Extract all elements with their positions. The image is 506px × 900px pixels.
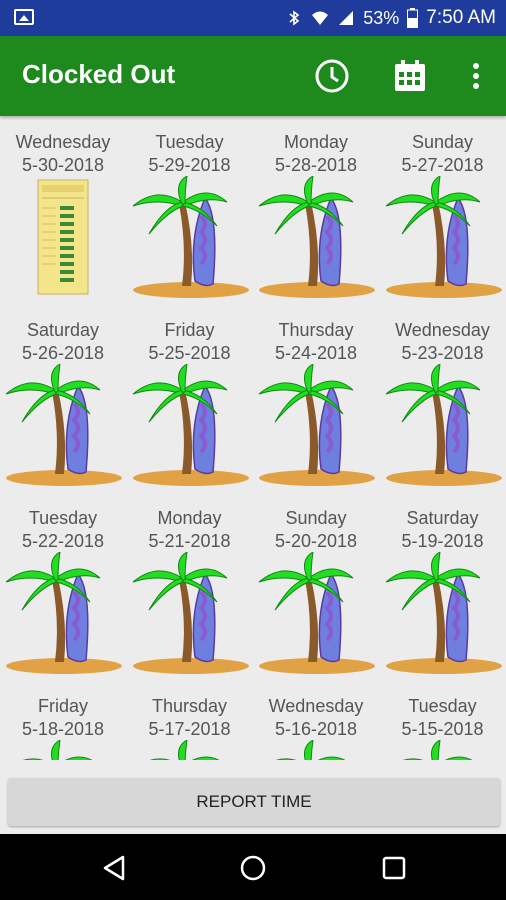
palm-tree-icon [127, 551, 253, 674]
day-name: Saturday [26, 320, 100, 340]
day-name: Thursday [278, 320, 354, 340]
wifi-icon [312, 11, 329, 25]
day-date: 5-25-2018 [148, 343, 231, 363]
day-cell[interactable]: Friday 5-25-2018 [127, 304, 253, 492]
navigation-bar [0, 834, 506, 900]
day-cell[interactable]: Tuesday 5-29-2018 [127, 116, 253, 304]
day-cell[interactable]: Tuesday 5-15-2018 [380, 680, 506, 760]
day-cell[interactable]: Friday 5-18-2018 [0, 680, 126, 760]
palm-tree-icon [253, 175, 379, 298]
time-card-icon [0, 176, 126, 298]
day-name: Friday [164, 320, 215, 340]
overflow-menu-icon [473, 63, 479, 89]
day-cell[interactable]: Monday 5-21-2018 [127, 492, 253, 680]
home-icon [240, 855, 266, 881]
day-cell[interactable]: Saturday 5-26-2018 [0, 304, 126, 492]
history-button[interactable] [312, 56, 352, 96]
day-date: 5-27-2018 [401, 155, 484, 175]
back-button[interactable] [98, 852, 130, 884]
battery-percent: 53% [363, 7, 400, 28]
day-cell[interactable]: Saturday 5-19-2018 [380, 492, 506, 680]
day-cell[interactable]: Sunday 5-27-2018 [380, 116, 506, 304]
day-name: Wednesday [15, 132, 111, 152]
palm-tree-icon [253, 551, 379, 674]
palm-tree-icon [127, 739, 253, 760]
palm-tree-icon [253, 363, 379, 486]
day-date: 5-21-2018 [148, 531, 231, 551]
day-name: Tuesday [155, 132, 224, 152]
day-date: 5-17-2018 [148, 719, 231, 739]
day-date: 5-19-2018 [401, 531, 484, 551]
status-bar-right: 53% 7:50 AM [285, 0, 496, 36]
calendar-icon [395, 60, 425, 91]
report-time-button[interactable]: REPORT TIME [8, 778, 500, 826]
day-grid: Wednesday 5-30-2018 Tuesday 5-29-2018 Monday… [0, 116, 506, 760]
palm-tree-icon [380, 739, 506, 760]
day-date: 5-29-2018 [148, 155, 231, 175]
day-name: Sunday [411, 132, 474, 152]
day-date: 5-15-2018 [401, 719, 484, 739]
day-cell[interactable]: Wednesday 5-23-2018 [380, 304, 506, 492]
day-cell[interactable]: Thursday 5-24-2018 [253, 304, 379, 492]
app-title: Clocked Out [22, 59, 176, 89]
palm-tree-icon [380, 551, 506, 674]
day-cell[interactable]: Thursday 5-17-2018 [127, 680, 253, 760]
day-name: Tuesday [28, 508, 98, 528]
image-icon [14, 9, 34, 25]
day-date: 5-20-2018 [274, 531, 358, 551]
palm-tree-icon [253, 739, 379, 760]
home-button[interactable] [237, 852, 269, 884]
day-name: Monday [283, 132, 349, 152]
day-date: 5-16-2018 [274, 719, 358, 739]
day-date: 5-24-2018 [274, 343, 358, 363]
day-date: 5-18-2018 [21, 719, 105, 739]
palm-tree-icon [0, 363, 126, 486]
day-name: Wednesday [268, 696, 364, 716]
recents-icon [382, 856, 406, 880]
day-name: Tuesday [408, 696, 477, 716]
bluetooth-icon [289, 10, 300, 26]
day-name: Wednesday [395, 320, 490, 340]
palm-tree-icon [380, 175, 506, 298]
day-name: Thursday [151, 696, 228, 716]
day-cell[interactable]: Tuesday 5-22-2018 [0, 492, 126, 680]
back-icon [103, 855, 125, 881]
day-name: Saturday [406, 508, 479, 528]
day-cell[interactable]: Monday 5-28-2018 [253, 116, 379, 304]
app-bar: Clocked Out [0, 36, 506, 116]
day-cell[interactable]: Wednesday 5-16-2018 [253, 680, 379, 760]
day-name: Friday [37, 696, 88, 716]
palm-tree-icon [127, 363, 253, 486]
day-date: 5-23-2018 [401, 343, 484, 363]
status-bar: 53% 7:50 AM [0, 0, 506, 36]
signal-icon [339, 11, 354, 25]
palm-tree-icon [127, 175, 253, 298]
day-date: 5-30-2018 [21, 155, 105, 175]
day-date: 5-26-2018 [21, 343, 105, 363]
clock-time: 7:50 AM [426, 7, 496, 28]
palm-tree-icon [0, 739, 126, 760]
history-icon [315, 59, 349, 93]
day-name: Monday [157, 508, 222, 528]
palm-tree-icon [0, 551, 126, 674]
day-date: 5-22-2018 [21, 531, 105, 551]
day-cell[interactable]: Sunday 5-20-2018 [253, 492, 379, 680]
battery-icon [407, 8, 419, 28]
day-date: 5-28-2018 [274, 155, 358, 175]
day-name: Sunday [285, 508, 347, 528]
recents-button[interactable] [378, 852, 410, 884]
overflow-menu-button[interactable] [456, 56, 496, 96]
palm-tree-icon [380, 363, 506, 486]
calendar-button[interactable] [390, 56, 430, 96]
footer: REPORT TIME [0, 760, 506, 834]
day-cell[interactable]: Wednesday 5-30-2018 [0, 116, 126, 304]
